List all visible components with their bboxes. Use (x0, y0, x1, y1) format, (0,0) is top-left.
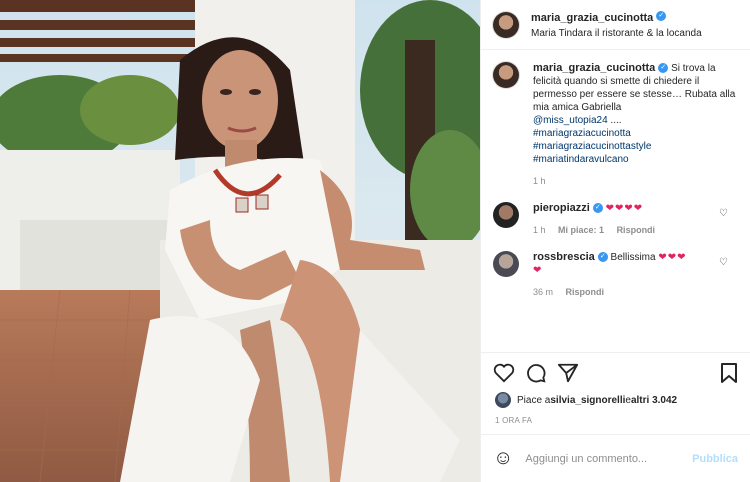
comment-bubble-icon[interactable] (525, 362, 547, 384)
caption-meta: 1 h (533, 175, 740, 188)
caption-username[interactable]: maria_grazia_cucinotta (533, 62, 655, 74)
comment-likes[interactable]: Mi piace: 1 (558, 225, 604, 235)
caption-body: maria_grazia_cucinotta ✓ Si trova la feli… (533, 62, 740, 188)
hashtag-link[interactable]: #mariagraziacucinottastyle (533, 140, 740, 153)
location-link[interactable]: Maria Tindara il ristorante & la locanda (531, 26, 702, 41)
photo-illustration (0, 0, 480, 482)
share-send-icon[interactable] (557, 362, 579, 384)
comment-body: pieropiazzi ✓ ❤❤❤❤ 1 h Mi piace: 1 Rispon… (533, 202, 740, 237)
likes-others[interactable]: altri 3.042 (631, 395, 677, 406)
divider (481, 352, 750, 353)
comment-meta: 1 h Mi piace: 1 Rispondi (533, 224, 740, 237)
instagram-post: maria_grazia_cucinotta ✓ Maria Tindara il… (0, 0, 750, 482)
hashtag-link[interactable]: #mariatindaravulcano (533, 153, 740, 166)
avatar[interactable] (493, 11, 519, 38)
comment-username[interactable]: pieropiazzi (533, 202, 590, 214)
bookmark-icon[interactable] (720, 362, 738, 384)
comment-hearts-2: ❤ (533, 265, 543, 276)
comment-time[interactable]: 36 m (533, 287, 553, 297)
like-comment-heart-icon[interactable]: ♡ (719, 208, 728, 219)
avatar[interactable] (493, 62, 519, 88)
verified-badge-icon: ✓ (658, 63, 669, 74)
caption-ellipsis: .... (607, 115, 622, 126)
like-comment-heart-icon[interactable]: ♡ (719, 257, 728, 268)
emoji-icon[interactable]: ☺ (493, 447, 513, 470)
comment-item: rossbrescia ✓ Bellissima ❤❤❤ ❤ 36 m Rispo… (493, 251, 740, 299)
verified-badge-icon: ✓ (656, 11, 667, 22)
comment-time[interactable]: 1 h (533, 225, 546, 235)
verified-badge-icon: ✓ (592, 203, 603, 214)
comment-text: ❤❤❤❤ (605, 203, 644, 214)
comment-text: Bellissima (610, 252, 656, 263)
hashtag-link[interactable]: #mariagraziacucinotta (533, 127, 740, 140)
caption: maria_grazia_cucinotta ✓ Si trova la feli… (493, 62, 740, 188)
liker-avatar[interactable] (495, 392, 511, 408)
reply-button[interactable]: Rispondi (617, 225, 656, 235)
likes-summary: Piace a silvia_signorelli e altri 3.042 (495, 392, 677, 408)
comment-meta: 36 m Rispondi (533, 286, 740, 299)
avatar[interactable] (493, 251, 519, 277)
comment-hearts: ❤❤❤ (658, 252, 687, 263)
comment-username[interactable]: rossbrescia (533, 251, 595, 263)
comments-list: maria_grazia_cucinotta ✓ Si trova la feli… (493, 62, 740, 299)
liker-username[interactable]: silvia_signorelli (550, 395, 625, 406)
verified-badge-icon: ✓ (597, 252, 608, 263)
post-sidebar: maria_grazia_cucinotta ✓ Maria Tindara il… (480, 0, 750, 482)
action-bar (493, 360, 738, 386)
comment-input[interactable]: Aggiungi un commento... (525, 453, 692, 465)
comment-body: rossbrescia ✓ Bellissima ❤❤❤ ❤ 36 m Rispo… (533, 251, 740, 299)
reply-button[interactable]: Rispondi (566, 287, 605, 297)
like-heart-icon[interactable] (493, 363, 515, 383)
header-text: maria_grazia_cucinotta ✓ Maria Tindara il… (531, 9, 702, 41)
likes-prefix: Piace a (517, 394, 551, 406)
caption-time[interactable]: 1 h (533, 176, 546, 186)
header-username[interactable]: maria_grazia_cucinotta (531, 12, 653, 24)
post-photo[interactable] (0, 0, 480, 482)
mention-link[interactable]: @miss_utopia24 (533, 115, 608, 126)
add-comment-bar: ☺ Aggiungi un commento... Pubblica (481, 434, 750, 482)
comment-item: pieropiazzi ✓ ❤❤❤❤ 1 h Mi piace: 1 Rispon… (493, 202, 740, 237)
post-timestamp[interactable]: 1 ORA FA (495, 416, 532, 425)
post-header: maria_grazia_cucinotta ✓ Maria Tindara il… (481, 0, 750, 50)
avatar[interactable] (493, 202, 519, 228)
publish-button[interactable]: Pubblica (692, 453, 738, 465)
